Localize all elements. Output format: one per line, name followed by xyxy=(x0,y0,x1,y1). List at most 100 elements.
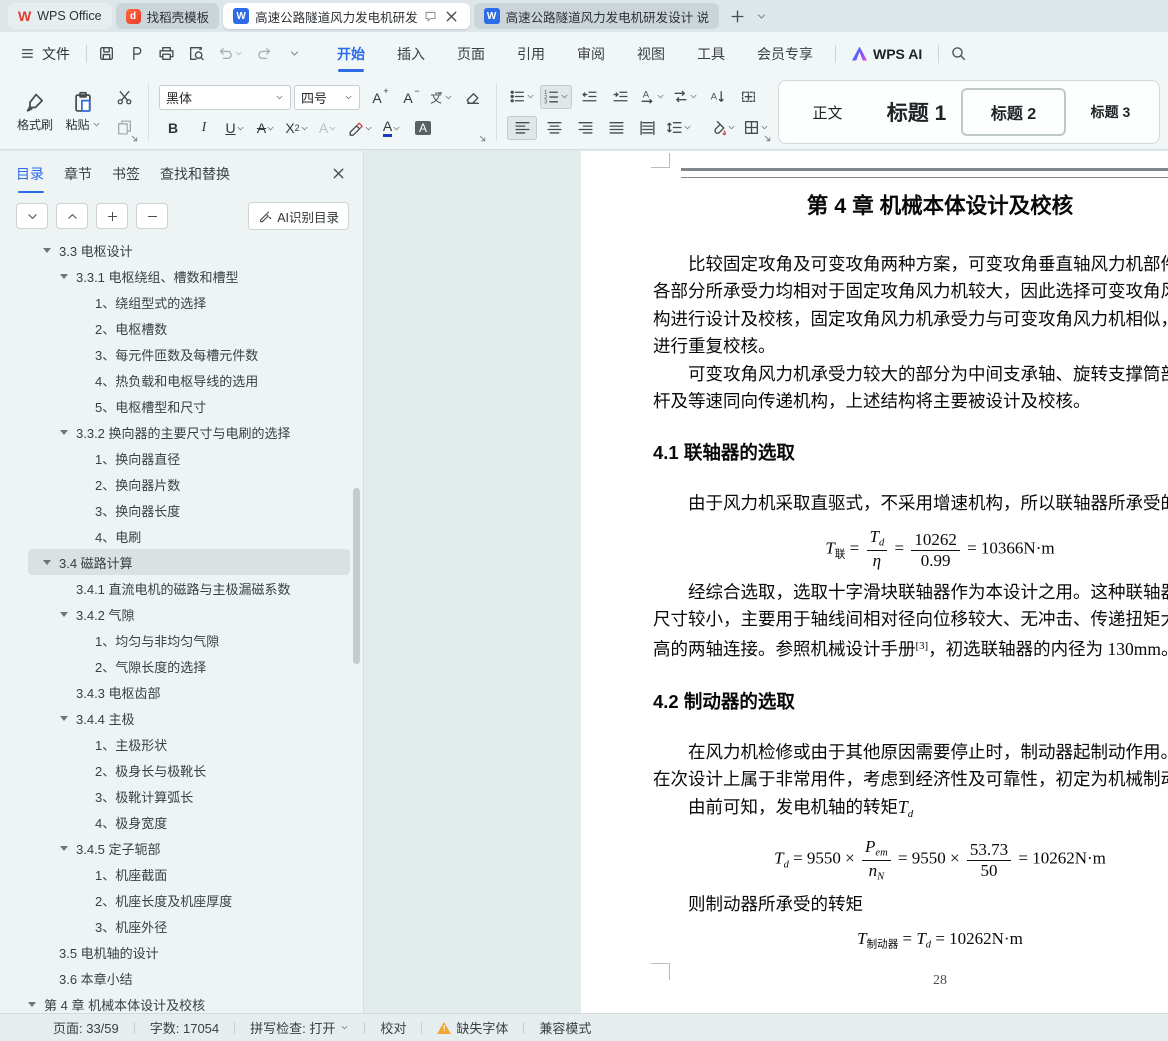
toc-item[interactable]: 3.3.1 电枢绕组、槽数和槽型 xyxy=(28,263,350,289)
file-menu-button[interactable]: 文件 xyxy=(10,44,80,64)
ribbon-tab-3[interactable]: 页面 xyxy=(441,32,501,75)
undo-button[interactable] xyxy=(213,41,247,67)
comment-icon[interactable] xyxy=(424,10,437,23)
toc-item[interactable]: 1、机座截面 xyxy=(28,861,350,887)
toc-item[interactable]: 2、极身长与极靴长 xyxy=(28,757,350,783)
expand-triangle-icon[interactable] xyxy=(60,611,68,617)
toc-item[interactable]: 3.5 电机轴的设计 xyxy=(28,939,350,965)
toc-item[interactable]: 2、电枢槽数 xyxy=(28,315,350,341)
text-direction-button[interactable] xyxy=(637,86,667,108)
expand-triangle-icon[interactable] xyxy=(43,559,51,565)
redo-button[interactable] xyxy=(251,41,277,67)
toc-item[interactable]: 1、主极形状 xyxy=(28,731,350,757)
decrease-indent-button[interactable] xyxy=(575,86,603,108)
new-tab-plus-icon[interactable] xyxy=(729,8,746,25)
toc-item[interactable]: 2、机座长度及机座厚度 xyxy=(28,887,350,913)
window-tab[interactable]: W 高速公路隧道风力发电机研发设计 说 xyxy=(473,3,720,29)
ai-recognize-toc-button[interactable]: AI识别目录 xyxy=(248,202,349,230)
window-tab[interactable]: W 高速公路隧道风力发电机研发 xyxy=(223,3,470,29)
font-group-expand-icon[interactable] xyxy=(478,134,487,143)
expand-button[interactable] xyxy=(56,203,88,229)
toc-item[interactable]: 3、每元件匝数及每槽元件数 xyxy=(28,341,350,367)
style-gallery-item[interactable]: 标题 1 xyxy=(872,89,961,135)
toc-item[interactable]: 1、换向器直径 xyxy=(28,445,350,471)
phonetic-guide-button[interactable] xyxy=(425,87,455,109)
clear-format-button[interactable] xyxy=(458,87,486,109)
window-tab[interactable]: W WPS Office xyxy=(8,3,112,29)
status-item[interactable]: 拼写检查: 打开 xyxy=(235,1018,364,1037)
align-right-button[interactable] xyxy=(571,117,599,139)
toc-item[interactable]: 第 4 章 机械本体设计及校核 xyxy=(28,991,350,1014)
ribbon-tab-7[interactable]: 工具 xyxy=(681,32,741,75)
font-name-select[interactable]: 黑体 xyxy=(159,85,291,110)
pane-tab-1[interactable]: 目录 xyxy=(16,164,44,193)
status-item[interactable]: 校对 xyxy=(365,1018,421,1037)
toc-item[interactable]: 3.4.2 气隙 xyxy=(28,601,350,627)
wps-ai-button[interactable]: WPS AI xyxy=(842,46,932,62)
font-size-select[interactable]: 四号 xyxy=(294,85,360,110)
ribbon-tab-8[interactable]: 会员专享 xyxy=(741,32,829,75)
toc-item[interactable]: 1、绕组型式的选择 xyxy=(28,289,350,315)
bullet-list-button[interactable] xyxy=(507,86,537,108)
font-color-button[interactable]: A xyxy=(378,117,406,139)
toc-item[interactable]: 5、电枢槽型和尺寸 xyxy=(28,393,350,419)
clipboard-group-expand-icon[interactable] xyxy=(130,134,139,143)
toc-item[interactable]: 3、极靴计算弧长 xyxy=(28,783,350,809)
toc-item[interactable]: 3.4.4 主极 xyxy=(28,705,350,731)
pane-tab-3[interactable]: 书签 xyxy=(112,164,140,193)
close-pane-button[interactable] xyxy=(330,165,347,185)
expand-triangle-icon[interactable] xyxy=(60,273,68,279)
ribbon-tab-1[interactable]: 开始 xyxy=(321,32,381,75)
distribute-button[interactable] xyxy=(633,117,661,139)
increase-indent-button[interactable] xyxy=(606,86,634,108)
toc-item[interactable]: 4、极身宽度 xyxy=(28,809,350,835)
expand-triangle-icon[interactable] xyxy=(60,845,68,851)
line-spacing-button[interactable] xyxy=(664,117,694,139)
search-button[interactable] xyxy=(945,41,971,67)
chinese-layout-button[interactable] xyxy=(670,86,700,108)
bold-button[interactable]: B xyxy=(159,117,187,139)
italic-button[interactable]: I xyxy=(190,117,218,139)
toc-item[interactable]: 2、气隙长度的选择 xyxy=(28,653,350,679)
style-gallery-item[interactable]: 标题 2 xyxy=(961,88,1066,136)
toc-item[interactable]: 3.4.5 定子轭部 xyxy=(28,835,350,861)
sort-button[interactable] xyxy=(703,86,731,108)
ribbon-tab-4[interactable]: 引用 xyxy=(501,32,561,75)
sidebar-scrollbar[interactable] xyxy=(353,488,360,664)
customize-quick-access-button[interactable] xyxy=(281,41,307,67)
format-painter-button[interactable]: 格式刷 xyxy=(12,81,58,143)
strikethrough-button[interactable]: A xyxy=(252,117,280,139)
paragraph-group-expand-icon[interactable] xyxy=(763,134,772,143)
print-button[interactable] xyxy=(153,41,179,67)
export-pdf-button[interactable] xyxy=(123,41,149,67)
zoom-in-button[interactable] xyxy=(96,203,128,229)
align-left-button[interactable] xyxy=(507,115,537,140)
status-item[interactable]: 兼容模式 xyxy=(524,1018,606,1037)
expand-triangle-icon[interactable] xyxy=(60,715,68,721)
cut-button[interactable] xyxy=(110,86,138,108)
paste-button[interactable]: 粘贴 xyxy=(60,81,106,143)
zoom-out-button[interactable] xyxy=(136,203,168,229)
toc-item[interactable]: 3.4.3 电枢齿部 xyxy=(28,679,350,705)
decrease-font-button[interactable]: A − xyxy=(394,86,422,109)
collapse-button[interactable] xyxy=(16,203,48,229)
window-tab[interactable]: d 找稻壳模板 xyxy=(115,3,220,29)
expand-triangle-icon[interactable] xyxy=(60,429,68,435)
status-item[interactable]: 页面: 33/59 xyxy=(38,1018,134,1037)
justify-button[interactable] xyxy=(602,117,630,139)
pane-tab-2[interactable]: 章节 xyxy=(64,164,92,193)
toc-item[interactable]: 3.6 本章小结 xyxy=(28,965,350,991)
ribbon-tab-5[interactable]: 审阅 xyxy=(561,32,621,75)
toc-item[interactable]: 3.4.1 直流电机的磁路与主极漏磁系数 xyxy=(28,575,350,601)
print-preview-button[interactable] xyxy=(183,41,209,67)
increase-font-button[interactable]: A + xyxy=(363,86,391,109)
highlight-button[interactable] xyxy=(345,117,375,139)
shading-button[interactable] xyxy=(708,117,738,139)
toc-item[interactable]: 4、热负载和电枢导线的选用 xyxy=(28,367,350,393)
tab-list-chevron-icon[interactable] xyxy=(756,11,767,22)
save-button[interactable] xyxy=(93,41,119,67)
toc-item[interactable]: 1、均匀与非均匀气隙 xyxy=(28,627,350,653)
status-item[interactable]: 缺失字体 xyxy=(422,1018,523,1037)
ribbon-tab-2[interactable]: 插入 xyxy=(381,32,441,75)
expand-triangle-icon[interactable] xyxy=(28,1001,36,1007)
